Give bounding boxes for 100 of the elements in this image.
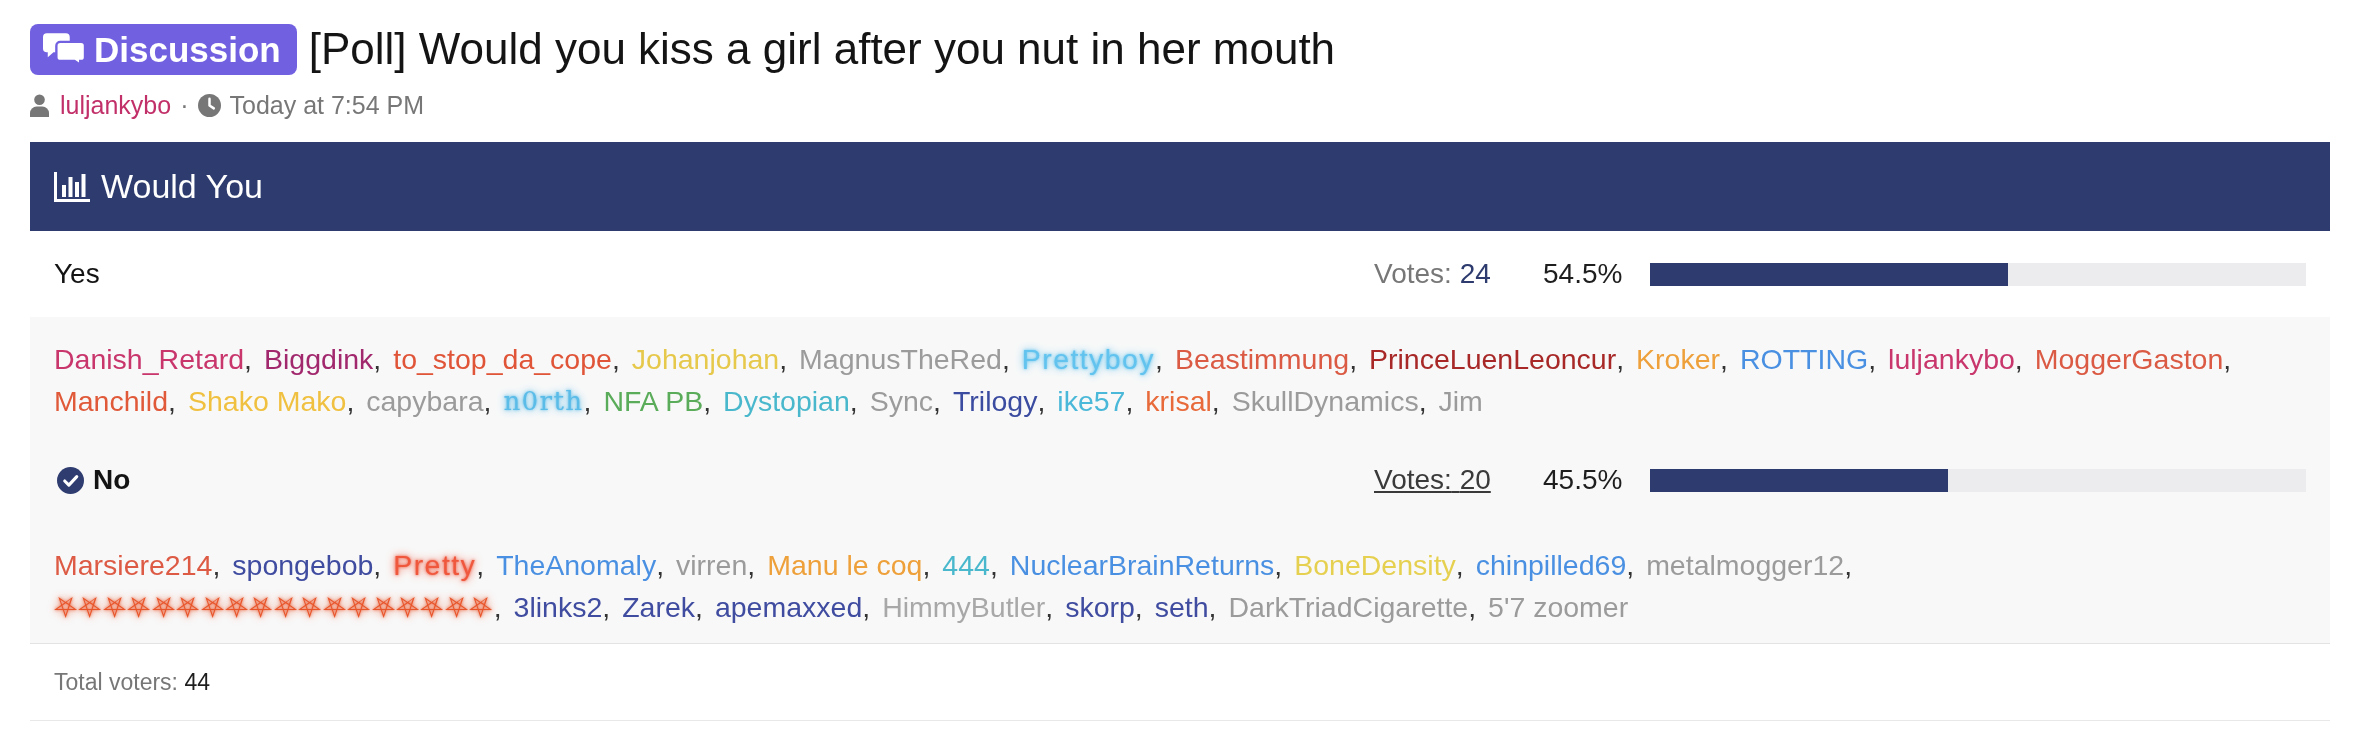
voter-name-link[interactable]: to_stop_da_cope bbox=[393, 338, 612, 380]
list-comma: , bbox=[1134, 590, 1143, 625]
voter-name-link[interactable]: krisal bbox=[1145, 380, 1212, 422]
list-comma: , bbox=[933, 384, 941, 419]
list-comma: , bbox=[373, 548, 382, 583]
voter-name-link[interactable]: Manchild bbox=[54, 380, 169, 422]
voter-name-link[interactable]: seth bbox=[1154, 586, 1209, 628]
list-comma: , bbox=[583, 384, 592, 419]
list-comma: , bbox=[611, 342, 620, 377]
voter-name-link[interactable]: Manu le coq bbox=[767, 544, 923, 586]
voter-name-link[interactable]: MoggerGaston bbox=[2034, 338, 2224, 380]
voter-name-link[interactable]: spongebob bbox=[232, 544, 374, 586]
voter-name-link[interactable]: skorp bbox=[1065, 586, 1135, 628]
list-comma: , bbox=[244, 342, 253, 377]
voter-name-link[interactable]: SkullDynamics bbox=[1231, 380, 1419, 422]
list-comma: , bbox=[922, 548, 931, 583]
list-comma: , bbox=[493, 590, 502, 625]
list-comma: , bbox=[1037, 384, 1046, 419]
list-comma: , bbox=[862, 590, 871, 625]
list-comma: , bbox=[1616, 342, 1625, 377]
voter-name-link[interactable]: Trilogy bbox=[952, 380, 1038, 422]
voter-name-link[interactable]: DarkTriadCigarette bbox=[1228, 586, 1469, 628]
poll-title: Would You bbox=[101, 167, 263, 206]
voter-name-link[interactable]: MagnusTheRed bbox=[799, 338, 1002, 380]
list-comma: , bbox=[656, 548, 665, 583]
list-comma: , bbox=[168, 384, 176, 419]
list-comma: , bbox=[1844, 548, 1853, 583]
votes-link[interactable]: Votes: 24 bbox=[1374, 258, 1491, 289]
clock-icon bbox=[197, 93, 221, 117]
list-comma: , bbox=[1468, 590, 1477, 625]
voter-name-link[interactable]: Pretty bbox=[393, 544, 477, 586]
list-comma: , bbox=[849, 384, 858, 419]
list-comma: , bbox=[1720, 342, 1728, 377]
list-comma: , bbox=[1626, 548, 1635, 583]
voter-name-link[interactable]: n0rth bbox=[503, 380, 584, 422]
voter-name-link[interactable]: ROTTING bbox=[1739, 338, 1869, 380]
list-comma: , bbox=[1274, 548, 1283, 583]
list-comma: , bbox=[1868, 342, 1877, 377]
voter-name-link[interactable]: Biggdink bbox=[264, 338, 374, 380]
list-comma: , bbox=[1001, 342, 1010, 377]
voter-name-link[interactable]: capybara bbox=[366, 380, 484, 422]
voter-name-link[interactable]: Marsiere214 bbox=[54, 544, 213, 586]
list-comma: , bbox=[476, 548, 485, 583]
voter-name-link[interactable]: Zarek bbox=[622, 586, 695, 628]
bar-chart-icon bbox=[54, 171, 90, 202]
list-comma: , bbox=[1349, 342, 1358, 377]
voter-name-link[interactable]: Danish_Retard bbox=[54, 338, 245, 380]
chat-bubbles-icon bbox=[43, 33, 85, 66]
voter-name-link[interactable]: ike57 bbox=[1057, 380, 1126, 422]
voter-name-link[interactable]: Shako Mako bbox=[187, 380, 347, 422]
list-comma: , bbox=[1208, 590, 1217, 625]
author-link[interactable]: luljankybo bbox=[60, 90, 172, 120]
option-label: No bbox=[93, 464, 131, 496]
list-comma: , bbox=[602, 590, 611, 625]
list-comma: , bbox=[373, 342, 382, 377]
list-comma: , bbox=[1418, 384, 1427, 419]
voter-name-link[interactable]: metalmogger12 bbox=[1646, 544, 1845, 586]
total-voters-text: Total voters: 44 bbox=[54, 668, 210, 696]
list-comma: , bbox=[2014, 342, 2023, 377]
list-comma: , bbox=[695, 590, 703, 625]
list-comma: , bbox=[779, 342, 788, 377]
voter-name-link[interactable]: luljankybo bbox=[1888, 338, 2015, 380]
votes-link[interactable]: Votes: 20 bbox=[1374, 464, 1491, 495]
voter-name-link[interactable]: Jim bbox=[1438, 380, 1483, 422]
voter-name-link[interactable]: 5'7 zoomer bbox=[1488, 586, 1629, 628]
list-comma: , bbox=[483, 384, 492, 419]
discussion-prefix-badge[interactable]: Discussion bbox=[30, 24, 297, 75]
list-comma: , bbox=[1455, 548, 1464, 583]
list-comma: , bbox=[1045, 590, 1054, 625]
meta-separator: · bbox=[180, 90, 189, 120]
list-comma: , bbox=[989, 548, 998, 583]
option-label: Yes bbox=[54, 258, 100, 290]
user-icon bbox=[30, 93, 49, 117]
voter-name-link[interactable]: apemaxxed bbox=[714, 586, 863, 628]
vote-percentage: 54.5% bbox=[1543, 258, 1623, 289]
voter-name-link[interactable]: NuclearBrainReturns bbox=[1009, 544, 1275, 586]
voter-name-link[interactable]: PrinceLuenLeoncur bbox=[1369, 338, 1617, 380]
thread-title: [Poll] Would you kiss a girl after you nut in her mouth bbox=[308, 24, 1336, 75]
list-comma: , bbox=[1125, 384, 1134, 419]
voter-name-link[interactable]: NFA PB bbox=[603, 380, 704, 422]
voter-name-link[interactable]: HimmyButler bbox=[882, 586, 1046, 628]
voter-name-link[interactable]: Prettyboy bbox=[1021, 338, 1155, 380]
voter-name-link[interactable]: Beastimmung bbox=[1174, 338, 1350, 380]
list-comma: , bbox=[212, 548, 221, 583]
list-comma: , bbox=[703, 384, 712, 419]
post-time: Today at 7:54 PM bbox=[229, 90, 425, 120]
voter-name-link[interactable]: Dystopian bbox=[723, 380, 850, 422]
voter-name-link[interactable]: 444 bbox=[942, 544, 990, 586]
voter-name-link[interactable]: Kroker bbox=[1636, 338, 1721, 380]
list-comma: , bbox=[747, 548, 756, 583]
list-comma: , bbox=[2223, 342, 2232, 377]
vote-percentage: 45.5% bbox=[1543, 464, 1623, 495]
voter-name-link[interactable]: ⛧⛧⛧⛧⛧⛧⛧⛧⛧⛧⛧⛧⛧⛧⛧⛧⛧⛧ bbox=[54, 586, 494, 628]
voter-name-link[interactable]: TheAnomaly bbox=[496, 544, 657, 586]
list-comma: , bbox=[1155, 342, 1163, 377]
voter-name-link[interactable]: chinpilled69 bbox=[1475, 544, 1627, 586]
voter-name-link[interactable]: 3links2 bbox=[513, 586, 603, 628]
voter-name-link[interactable]: virren bbox=[676, 544, 748, 586]
list-comma: , bbox=[1211, 384, 1220, 419]
voter-name-link[interactable]: Sync bbox=[869, 380, 934, 422]
